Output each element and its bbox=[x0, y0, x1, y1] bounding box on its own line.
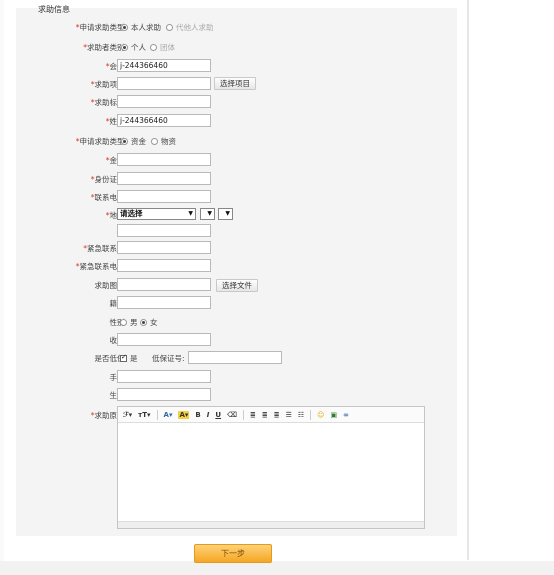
bold-icon[interactable]: B bbox=[195, 411, 200, 419]
birthday-row: 生日: bbox=[16, 388, 457, 402]
emergency-contact-field[interactable] bbox=[117, 241, 211, 254]
radio-male[interactable]: 男 bbox=[120, 317, 138, 328]
aid-type-row: *申请求助类型: 资金 物资 bbox=[75, 136, 176, 147]
radio-funds[interactable]: 资金 bbox=[121, 136, 146, 147]
project-row: *求助项目: 选择项目 bbox=[16, 77, 457, 91]
next-step-button[interactable]: 下一步 bbox=[194, 544, 272, 563]
radio-dot-icon bbox=[150, 44, 157, 51]
ordered-list-icon[interactable]: ☰ bbox=[286, 411, 292, 419]
apply-type-row: *申请求助类型: 本人求助 代他人求助 bbox=[75, 22, 214, 33]
link-icon[interactable]: ∞ bbox=[343, 411, 349, 419]
image-insert-icon[interactable]: ▣ bbox=[330, 411, 337, 419]
aid-form-panel: 求助信息 *申请求助类型: 本人求助 代他人求助 *求助者类别: 个人 团体 *… bbox=[16, 5, 457, 536]
phone-row: *联系电话: bbox=[16, 190, 457, 204]
choose-project-button[interactable]: 选择项目 bbox=[214, 77, 256, 90]
address-row: *地址: 请选择▼ ▼ ▼ bbox=[16, 208, 457, 222]
underline-icon[interactable]: U bbox=[215, 411, 221, 419]
dropdown-arrow-icon: ▼ bbox=[207, 210, 212, 217]
name-row: *姓名: j-244366460 bbox=[16, 114, 457, 128]
italic-icon[interactable]: I bbox=[207, 411, 210, 419]
cert-label: 低保证号: bbox=[152, 354, 185, 363]
radio-dot-icon bbox=[140, 319, 147, 326]
district-select[interactable]: ▼ bbox=[218, 208, 233, 220]
emergency-contact-row: *紧急联系人: bbox=[16, 241, 457, 255]
editor-status-bar bbox=[118, 521, 424, 528]
photo-field[interactable] bbox=[117, 278, 211, 291]
native-place-row: 籍贯: bbox=[16, 296, 457, 310]
font-color-icon[interactable]: A▾ bbox=[164, 411, 173, 419]
income-field[interactable] bbox=[117, 333, 211, 346]
checkbox-checked-icon bbox=[120, 353, 127, 362]
unordered-list-icon[interactable]: ☷ bbox=[298, 411, 304, 419]
radio-dot-icon bbox=[151, 138, 158, 145]
native-place-field[interactable] bbox=[117, 296, 211, 309]
radio-dot-icon bbox=[166, 24, 173, 31]
id-number-row: *身份证号: bbox=[16, 172, 457, 186]
member-field[interactable]: j-244366460 bbox=[117, 59, 211, 72]
reason-rich-editor[interactable]: ℱ▾ тT▾ A▾ A▾ B I U ⌫ ≣ ≣ ≣ ☰ ☷ ☺ ▣ ∞ bbox=[117, 406, 425, 529]
address-detail-field[interactable] bbox=[117, 224, 211, 237]
dropdown-arrow-icon: ▼ bbox=[188, 210, 193, 217]
city-select[interactable]: ▼ bbox=[200, 208, 215, 220]
photo-row: 求助图片: 选择文件 bbox=[16, 278, 457, 292]
birthday-field[interactable] bbox=[117, 388, 211, 401]
align-center-icon[interactable]: ≣ bbox=[262, 411, 268, 419]
member-row: *会员: j-244366460 bbox=[16, 59, 457, 73]
editor-toolbar: ℱ▾ тT▾ A▾ A▾ B I U ⌫ ≣ ≣ ≣ ☰ ☷ ☺ ▣ ∞ bbox=[118, 407, 424, 423]
radio-dot-icon bbox=[120, 319, 127, 326]
emoticon-icon[interactable]: ☺ bbox=[317, 411, 324, 419]
cert-number-field[interactable] bbox=[188, 351, 282, 364]
income-row: 收入: bbox=[16, 333, 457, 347]
radio-group[interactable]: 团体 bbox=[150, 42, 175, 53]
radio-dot-icon bbox=[121, 24, 128, 31]
section-title: 求助信息 bbox=[38, 5, 70, 14]
name-field[interactable]: j-244366460 bbox=[117, 114, 211, 127]
radio-female[interactable]: 女 bbox=[140, 317, 158, 328]
low-income-checkbox[interactable]: 是 bbox=[120, 353, 138, 364]
mobile-field[interactable] bbox=[117, 370, 211, 383]
title-row: *求助标题: bbox=[16, 95, 457, 109]
right-column bbox=[467, 0, 554, 560]
highlight-color-icon[interactable]: A▾ bbox=[178, 410, 190, 419]
amount-field[interactable] bbox=[117, 153, 211, 166]
title-field[interactable] bbox=[117, 95, 211, 108]
low-income-row: 是否低保: 是 低保证号: bbox=[16, 351, 457, 365]
font-size-icon[interactable]: тT▾ bbox=[138, 411, 150, 419]
mobile-row: 手机: bbox=[16, 370, 457, 384]
radio-dot-icon bbox=[121, 44, 128, 51]
dropdown-arrow-icon: ▼ bbox=[225, 210, 230, 217]
font-family-icon[interactable]: ℱ▾ bbox=[123, 411, 132, 419]
radio-proxy-apply[interactable]: 代他人求助 bbox=[166, 22, 214, 33]
left-edge bbox=[0, 0, 4, 575]
radio-goods[interactable]: 物资 bbox=[151, 136, 176, 147]
radio-dot-icon bbox=[121, 138, 128, 145]
project-field[interactable] bbox=[117, 77, 211, 90]
clear-format-icon[interactable]: ⌫ bbox=[227, 411, 237, 419]
address-detail-row bbox=[16, 224, 457, 238]
province-select[interactable]: 请选择 ▼ bbox=[117, 208, 196, 220]
footer-strip bbox=[0, 561, 554, 575]
apply-type-label: 申请求助类型: bbox=[79, 23, 127, 32]
choose-file-button[interactable]: 选择文件 bbox=[216, 279, 258, 292]
radio-individual[interactable]: 个人 bbox=[121, 42, 146, 53]
radio-self-apply[interactable]: 本人求助 bbox=[121, 22, 161, 33]
gender-row: 性别: 男 女 bbox=[16, 315, 457, 329]
phone-field[interactable] bbox=[117, 190, 211, 203]
id-number-field[interactable] bbox=[117, 172, 211, 185]
align-right-icon[interactable]: ≣ bbox=[274, 411, 280, 419]
amount-row: *金额: bbox=[16, 153, 457, 167]
emergency-phone-field[interactable] bbox=[117, 259, 211, 272]
align-left-icon[interactable]: ≣ bbox=[250, 411, 256, 419]
emergency-phone-row: *紧急联系电话: bbox=[16, 259, 457, 273]
requester-category-row: *求助者类别: 个人 团体 bbox=[83, 42, 175, 53]
